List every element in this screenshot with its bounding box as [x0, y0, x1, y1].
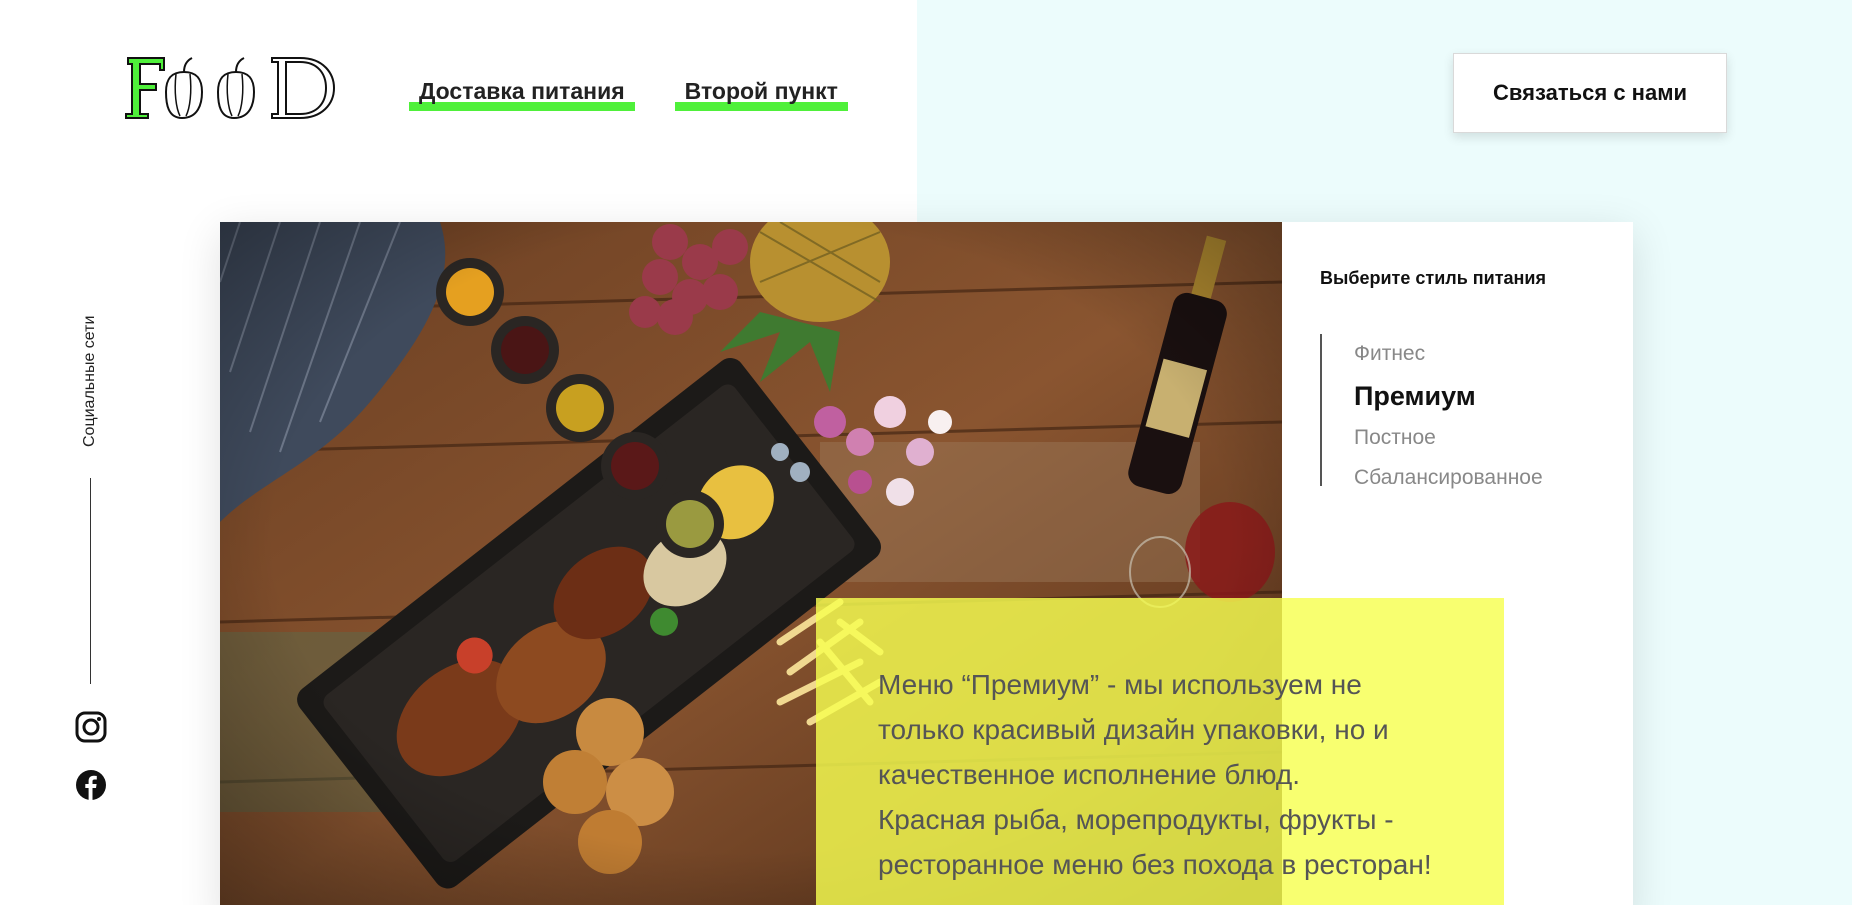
nav-link-delivery[interactable]: Доставка питания — [409, 78, 635, 113]
logo[interactable] — [124, 52, 336, 122]
food-logo-icon — [125, 57, 336, 120]
diet-style-premium[interactable]: Премиум — [1354, 374, 1600, 418]
menu-description-paragraph-1: Меню “Премиум” - мы используем не только… — [878, 669, 1389, 790]
diet-style-fitness[interactable]: Фитнес — [1354, 334, 1600, 374]
diet-style-list: Фитнес Премиум Постное Сбалансированное — [1320, 334, 1600, 489]
diet-style-lenten[interactable]: Постное — [1354, 418, 1600, 458]
contact-button[interactable]: Связаться с нами — [1453, 53, 1727, 133]
menu-description-box: Меню “Премиум” - мы используем не только… — [816, 598, 1504, 905]
nav-link-second-item[interactable]: Второй пункт — [674, 78, 849, 113]
main-nav: Доставка питания Второй пункт — [409, 78, 849, 113]
premium-menu-card: Выберите стиль питания Фитнес Премиум По… — [220, 222, 1633, 905]
social-divider — [90, 478, 91, 684]
facebook-icon[interactable] — [75, 769, 107, 801]
menu-description-paragraph-2: Красная рыба, морепродукты, фрукты - рес… — [878, 804, 1432, 880]
diet-style-balanced[interactable]: Сбалансированное — [1354, 458, 1600, 498]
social-label: Социальные сети — [81, 315, 98, 447]
instagram-icon[interactable] — [75, 711, 107, 743]
diet-style-title: Выберите стиль питания — [1320, 268, 1546, 288]
